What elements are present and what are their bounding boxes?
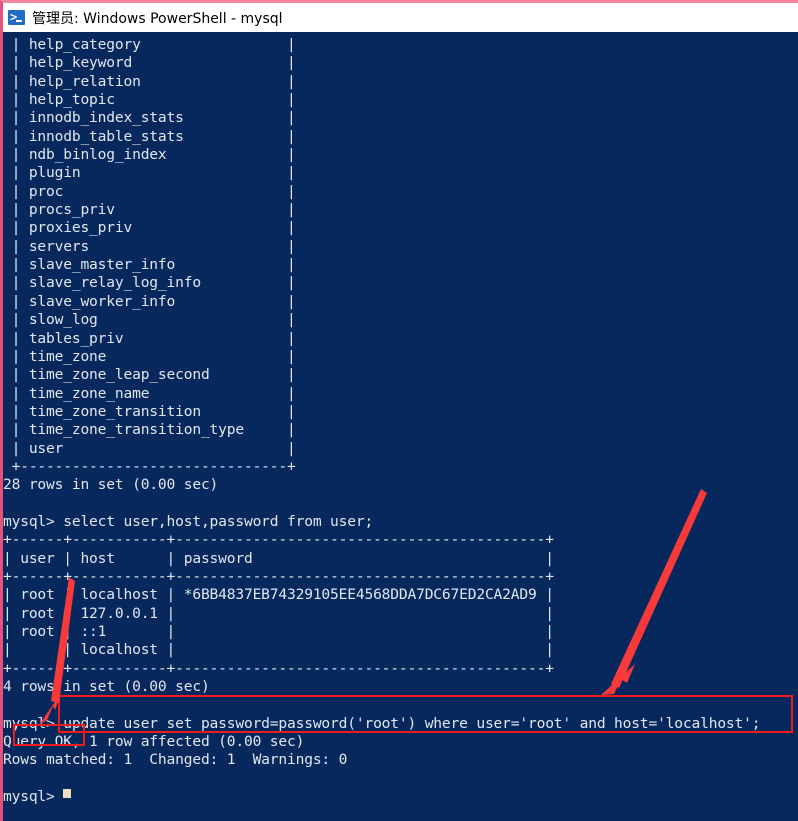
terminal-text: | help_category | | help_keyword | | hel…: [3, 32, 761, 806]
terminal-content: | help_category | | help_keyword | | hel…: [3, 36, 761, 806]
window-title: 管理员: Windows PowerShell - mysql: [32, 10, 283, 27]
console-output-area[interactable]: | help_category | | help_keyword | | hel…: [3, 32, 798, 821]
powershell-window: 管理员: Windows PowerShell - mysql | help_c…: [0, 0, 798, 821]
text-cursor: [63, 789, 72, 799]
powershell-icon: [8, 10, 25, 25]
window-titlebar: 管理员: Windows PowerShell - mysql: [3, 3, 798, 32]
